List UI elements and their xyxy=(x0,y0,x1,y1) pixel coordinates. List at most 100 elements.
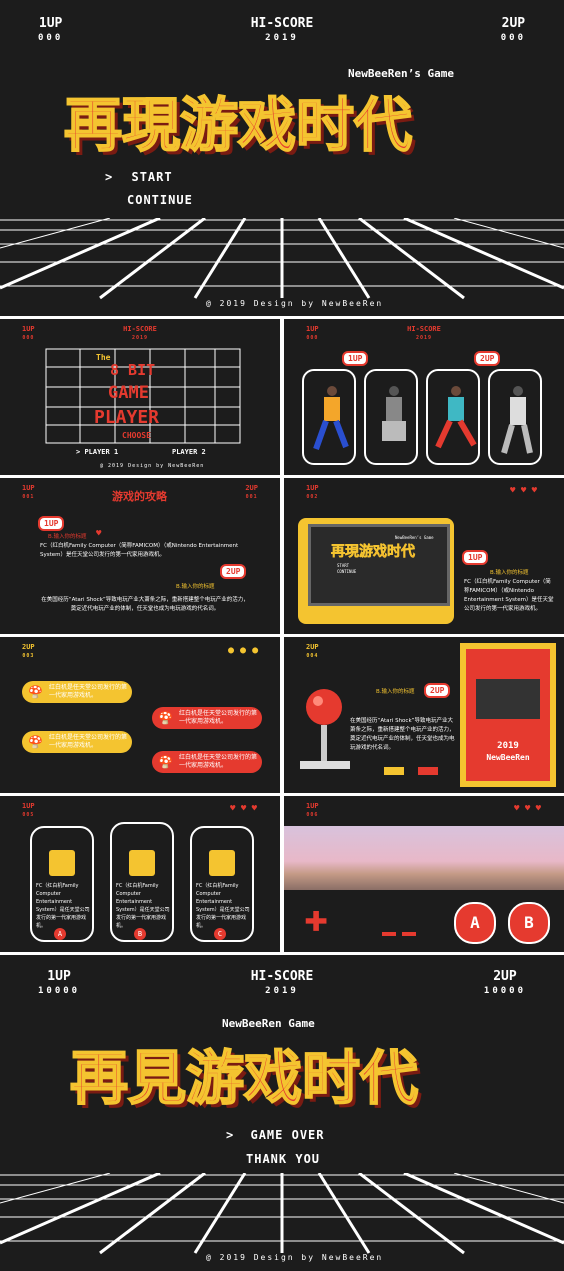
line-player: PLAYER xyxy=(94,407,160,428)
button-a[interactable]: A xyxy=(454,902,496,944)
page-title: 再現游戏时代 xyxy=(63,90,413,160)
dots-icon: ● ● ● xyxy=(228,645,259,656)
p1-score: 1UP 000 xyxy=(22,325,35,341)
heart-icon: ♥ ♥ ♥ xyxy=(510,486,538,496)
arcade-year: 2019 xyxy=(497,741,519,751)
arcade-cabinet: 2019 NewBeeRen xyxy=(460,643,556,787)
body-text: 在美国经历“Atari Shock”导致电玩产业大萧条之际，重新搭建整个电玩产业… xyxy=(350,718,455,751)
slide-arcade: 2UP 004 B.输入你的标题 2UP 在美国经历“Atari Shock”导致… xyxy=(284,637,564,793)
bubble-2up: 2UP xyxy=(424,683,451,698)
body-text-1: FC（红白机Family Computer（简称FAMICOM）（或Ninten… xyxy=(40,543,239,558)
hiscore: HI-SCORE 2019 xyxy=(250,969,314,996)
caption-1: B.输入你的标题 xyxy=(48,534,87,540)
menu-continue[interactable]: CONTINUE xyxy=(127,193,193,207)
walking-people-icon xyxy=(313,386,533,454)
caption-2: B.输入你的标题 xyxy=(176,584,215,590)
p1-score: 1UP 10000 xyxy=(38,969,81,996)
bubble-2up: 2UP xyxy=(220,564,247,579)
hiscore-label: HI-SCORE xyxy=(250,16,314,31)
mushroom-icon: 🍄 xyxy=(158,711,173,725)
ending-slide: 1UP 10000 HI-SCORE 2019 2UP 10000 NewBee… xyxy=(0,955,564,1271)
start-icon[interactable] xyxy=(402,932,416,936)
p2-score: 2UP 000 xyxy=(501,16,526,43)
screen-title: 再現游戏时代 xyxy=(331,544,416,561)
caption: B.输入你的标题 xyxy=(376,689,415,695)
p1-score: 1UP 000 xyxy=(306,325,319,341)
cover-slide: 1UP 000 HI-SCORE 2019 2UP 000 NewBeeRen’… xyxy=(0,0,564,316)
screen-continue: CONTINUE xyxy=(337,569,357,574)
p1-label: 1UP xyxy=(38,16,63,31)
screen-brand: NewBeeRen’s Game xyxy=(395,535,434,540)
p-score: 1UP 005 xyxy=(22,802,35,818)
slide-pills: 2UP 003 ● ● ● 🍄 红白机是任天堂公司发行的第一代家用游戏机。 🍄 红… xyxy=(0,637,280,793)
pill-3[interactable]: 🍄 红白机是任天堂公司发行的第一代家用游戏机。 xyxy=(22,731,132,753)
dpad-icon[interactable]: ✚ xyxy=(304,898,328,938)
face-block-icon xyxy=(209,850,235,876)
card-b[interactable]: FC（红白机Family Computer Entertainment Syst… xyxy=(110,822,174,942)
card-a[interactable]: FC（红白机Family Computer Entertainment Syst… xyxy=(30,826,94,942)
menu-start[interactable]: > START xyxy=(105,170,173,184)
slide-heading: 游戏的攻略 xyxy=(112,490,167,503)
button-red-icon xyxy=(418,767,438,775)
select-icon[interactable] xyxy=(382,932,396,936)
heart-icon: ♥ ♥ ♥ xyxy=(514,804,542,814)
slide-strategy: 1UP 001 2UP 001 游戏的攻略 1UP B.输入你的标题 ♥ FC（红白… xyxy=(0,478,280,634)
page-title: 再見游戏时代 xyxy=(69,1043,419,1113)
joystick-icon xyxy=(300,689,350,769)
button-yellow-icon xyxy=(384,767,404,775)
card-c[interactable]: FC（红白机Family Computer Entertainment Syst… xyxy=(190,826,254,942)
p-score: 2UP 003 xyxy=(22,643,35,659)
bubble-2up: 2UP xyxy=(474,351,501,366)
pill-4[interactable]: 🍄 红白机是任天堂公司发行的第一代家用游戏机。 xyxy=(152,751,262,773)
footer-credit: @ 2019 Design by NewBeeRen xyxy=(206,1253,384,1262)
screen-start: START xyxy=(337,563,350,568)
p1-value: 000 xyxy=(38,33,64,43)
brand-label: NewBeeRen Game xyxy=(222,1017,315,1030)
hiscore: HI-SCORE 2019 xyxy=(407,325,441,341)
p1-score: 1UP 000 xyxy=(38,16,63,43)
p2-score: 2UP 001 xyxy=(245,484,258,500)
p2-value: 000 xyxy=(500,33,526,43)
slide-cards: 1UP 005 ♥ ♥ ♥ FC（红白机Family Computer Enter… xyxy=(0,796,280,952)
mushroom-icon: 🍄 xyxy=(28,685,43,699)
heart-icon: ♥ xyxy=(96,529,102,539)
pill-1[interactable]: 🍄 红白机是任天堂公司发行的第一代家用游戏机。 xyxy=(22,681,132,703)
line-game: GAME xyxy=(108,383,149,403)
slide-handheld: 1UP 002 ♥ ♥ ♥ 再現游戏时代 NewBeeRen’s Game STA… xyxy=(284,478,564,634)
face-block-icon xyxy=(49,850,75,876)
choose-label: CHOOSE xyxy=(122,431,151,440)
p1-score: 1UP 002 xyxy=(306,484,319,500)
question-block-icon xyxy=(129,850,155,876)
arcade-brand: NewBeeRen xyxy=(486,753,530,762)
footer-credit: @ 2019 Design by NewBeeRen xyxy=(100,463,205,469)
player2-option[interactable]: PLAYER 2 xyxy=(172,448,206,456)
body-text: FC（红白机Family Computer（简称FAMICOM）（或Ninten… xyxy=(464,579,554,612)
hiscore: HI-SCORE 2019 xyxy=(232,16,332,43)
the-label: The xyxy=(96,353,111,362)
menu-thank-you[interactable]: THANK YOU xyxy=(246,1152,320,1166)
mushroom-icon: 🍄 xyxy=(28,735,43,749)
slide-controller: 1UP 006 ♥ ♥ ♥ ✚ A B xyxy=(284,796,564,952)
player1-option[interactable]: > PLAYER 1 xyxy=(76,448,118,456)
line-8bit: 8 BIT xyxy=(110,361,156,379)
bubble-1up: 1UP xyxy=(342,351,369,366)
hiscore: HI-SCORE 2019 xyxy=(123,325,157,341)
landscape-image xyxy=(284,826,564,890)
label-b: B xyxy=(134,928,146,940)
mushroom-icon: 🍄 xyxy=(158,755,173,769)
slide-characters: 1UP 000 HI-SCORE 2019 1UP 2UP xyxy=(284,319,564,475)
pill-2[interactable]: 🍄 红白机是任天堂公司发行的第一代家用游戏机。 xyxy=(152,707,262,729)
caption: B.输入你的标题 xyxy=(490,570,529,576)
bubble-1up: 1UP xyxy=(462,550,489,565)
p-score: 1UP 006 xyxy=(306,802,319,818)
console-screen: 再現游戏时代 NewBeeRen’s Game START CONTINUE xyxy=(308,524,450,606)
button-b[interactable]: B xyxy=(508,902,550,944)
slide-player-select: 1UP 000 HI-SCORE 2019 The 8 BIT GAME PLAYE… xyxy=(0,319,280,475)
footer-credit: @ 2019 Design by NewBeeRen xyxy=(206,299,384,308)
p2-score: 2UP 10000 xyxy=(483,969,526,996)
start-label: START xyxy=(131,170,173,184)
label-c: C xyxy=(214,928,226,940)
menu-game-over[interactable]: > GAME OVER xyxy=(226,1128,325,1142)
body-text-2: 在美国经历“Atari Shock”导致电玩产业大萧条之际，重新搭建整个电玩产业… xyxy=(41,597,249,612)
p1-score: 1UP 001 xyxy=(22,484,35,500)
